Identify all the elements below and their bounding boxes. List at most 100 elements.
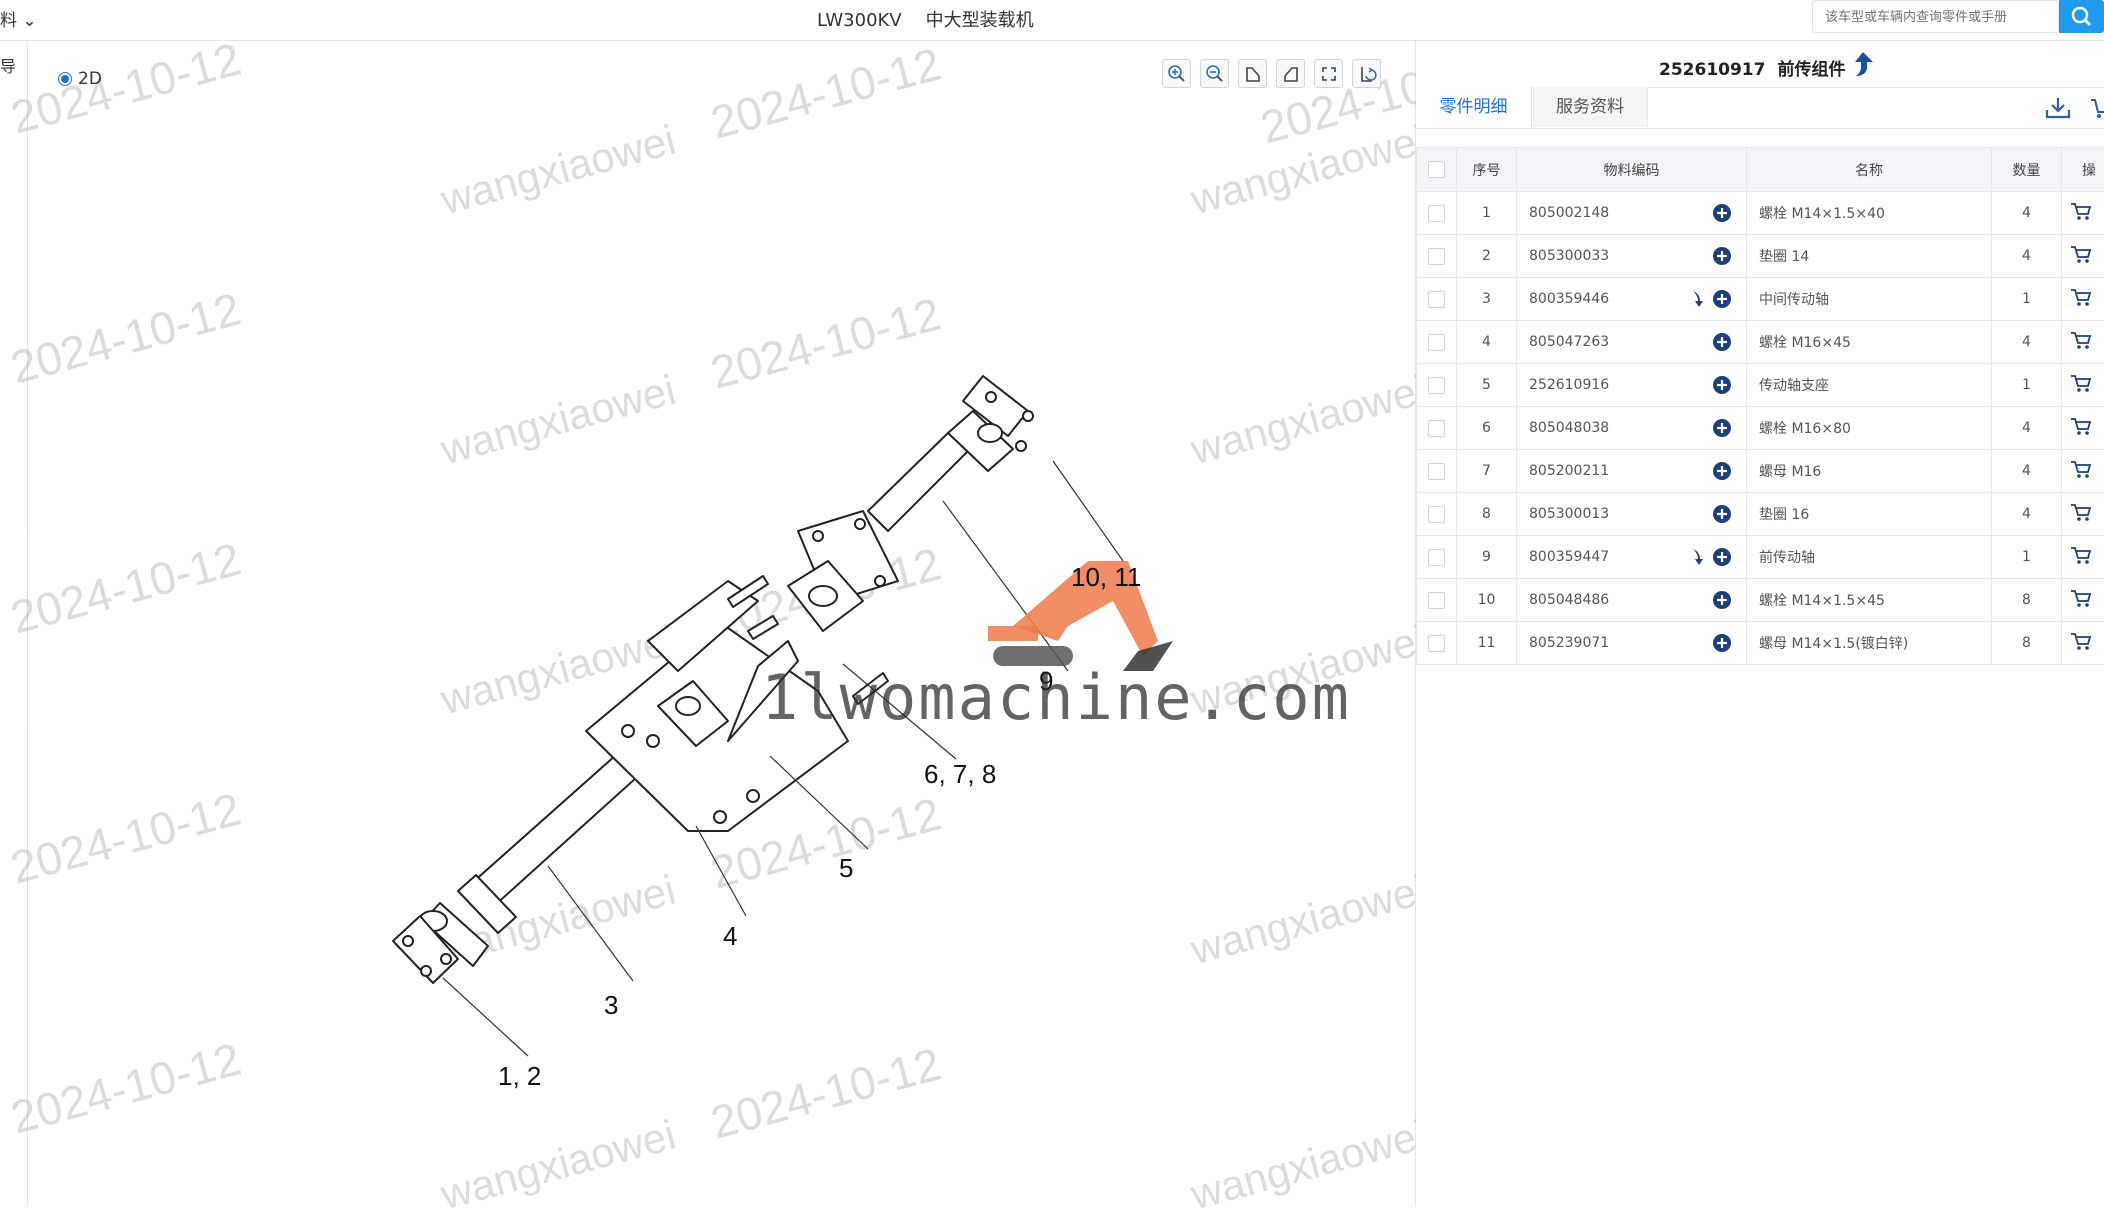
- zoom-in-button[interactable]: [1162, 59, 1191, 88]
- radio-2d[interactable]: [58, 72, 72, 86]
- expand-sub-icon[interactable]: [1690, 547, 1706, 567]
- table-row[interactable]: 11805239071螺母 M14×1.5(镀白锌)8: [1417, 622, 2104, 665]
- add-to-cart-icon[interactable]: [2070, 244, 2092, 264]
- row-seq: 3: [1457, 278, 1517, 321]
- add-icon[interactable]: [1712, 461, 1732, 481]
- add-to-cart-icon[interactable]: [2070, 416, 2092, 436]
- category-label: 中大型装载机: [926, 10, 1034, 31]
- row-code[interactable]: 805048038: [1529, 420, 1609, 436]
- row-code[interactable]: 800359446: [1529, 291, 1609, 307]
- add-icon[interactable]: [1712, 332, 1732, 352]
- add-to-cart-icon[interactable]: [2070, 459, 2092, 479]
- row-checkbox[interactable]: [1428, 291, 1445, 308]
- go-up-icon[interactable]: [1850, 50, 1876, 78]
- add-icon[interactable]: [1712, 418, 1732, 438]
- row-code[interactable]: 805200211: [1529, 463, 1609, 479]
- fit-screen-button[interactable]: [1314, 59, 1343, 88]
- table-header-row: 序号 物料编码 名称 数量 操: [1417, 148, 2104, 192]
- row-qty: 8: [1992, 579, 2062, 622]
- row-checkbox[interactable]: [1428, 506, 1445, 523]
- add-icon[interactable]: [1712, 504, 1732, 524]
- add-to-cart-icon[interactable]: [2070, 588, 2092, 608]
- diagram-viewer[interactable]: 2024-10-12 2024-10-12 2024-10-12 wangxia…: [28, 41, 1416, 1206]
- search-box: [1812, 0, 2059, 33]
- row-checkbox[interactable]: [1428, 377, 1445, 394]
- callout-label[interactable]: 4: [723, 921, 737, 951]
- expand-sub-icon[interactable]: [1690, 289, 1706, 309]
- row-name: 螺母 M14×1.5(镀白锌): [1747, 622, 1992, 665]
- add-icon[interactable]: [1712, 289, 1732, 309]
- row-code[interactable]: 805300013: [1529, 506, 1609, 522]
- row-checkbox[interactable]: [1428, 635, 1445, 652]
- callout-label[interactable]: 6, 7, 8: [924, 759, 996, 789]
- download-icon[interactable]: [2044, 95, 2072, 121]
- search-button[interactable]: [2059, 0, 2104, 33]
- view-mode-2d[interactable]: 2D: [58, 69, 102, 89]
- row-code[interactable]: 252610916: [1529, 377, 1609, 393]
- row-select-cell: [1417, 364, 1457, 407]
- add-icon[interactable]: [1712, 246, 1732, 266]
- reset-view-button[interactable]: [1352, 59, 1381, 88]
- table-row[interactable]: 3800359446中间传动轴1: [1417, 278, 2104, 321]
- add-icon[interactable]: [1712, 547, 1732, 567]
- row-checkbox[interactable]: [1428, 549, 1445, 566]
- cart-icon[interactable]: [2090, 95, 2104, 121]
- row-code[interactable]: 800359447: [1529, 549, 1609, 565]
- col-header-code[interactable]: 物料编码: [1517, 148, 1747, 192]
- row-checkbox[interactable]: [1428, 205, 1445, 222]
- add-to-cart-icon[interactable]: [2070, 330, 2092, 350]
- table-row[interactable]: 2805300033垫圈 144: [1417, 235, 2104, 278]
- callout-label[interactable]: 3: [604, 990, 618, 1020]
- category-dropdown[interactable]: 料 ⌄: [0, 6, 37, 31]
- row-code[interactable]: 805002148: [1529, 205, 1609, 221]
- table-row[interactable]: 6805048038螺栓 M16×804: [1417, 407, 2104, 450]
- table-row[interactable]: 10805048486螺栓 M14×1.5×458: [1417, 579, 2104, 622]
- tab-service-docs[interactable]: 服务资料: [1533, 87, 1648, 127]
- row-op-cell: [2062, 579, 2104, 622]
- table-row[interactable]: 5252610916传动轴支座1: [1417, 364, 2104, 407]
- table-row[interactable]: 7805200211螺母 M164: [1417, 450, 2104, 493]
- rotate-right-icon: [1281, 64, 1301, 84]
- rotate-left-button[interactable]: [1238, 59, 1267, 88]
- add-to-cart-icon[interactable]: [2070, 502, 2092, 522]
- search-input[interactable]: [1823, 1, 2057, 33]
- row-checkbox[interactable]: [1428, 420, 1445, 437]
- add-to-cart-icon[interactable]: [2070, 201, 2092, 221]
- row-checkbox[interactable]: [1428, 334, 1445, 351]
- tab-parts-detail[interactable]: 零件明细: [1416, 87, 1532, 127]
- row-code[interactable]: 805048486: [1529, 592, 1609, 608]
- guide-label[interactable]: 导: [0, 53, 16, 77]
- row-checkbox[interactable]: [1428, 463, 1445, 480]
- row-name: 中间传动轴: [1747, 278, 1992, 321]
- row-code[interactable]: 805239071: [1529, 635, 1609, 651]
- add-icon[interactable]: [1712, 590, 1732, 610]
- row-checkbox[interactable]: [1428, 592, 1445, 609]
- add-icon[interactable]: [1712, 633, 1732, 653]
- table-row[interactable]: 4805047263螺栓 M16×454: [1417, 321, 2104, 364]
- add-to-cart-icon[interactable]: [2070, 545, 2092, 565]
- rotate-right-button[interactable]: [1276, 59, 1305, 88]
- row-code[interactable]: 805300033: [1529, 248, 1609, 264]
- row-checkbox[interactable]: [1428, 248, 1445, 265]
- table-row[interactable]: 8805300013垫圈 164: [1417, 493, 2104, 536]
- col-header-qty[interactable]: 数量: [1992, 148, 2062, 192]
- add-to-cart-icon[interactable]: [2070, 287, 2092, 307]
- exploded-parts-drawing[interactable]: 10, 11 9 6, 7, 8 5 4 3 1, 2: [28, 41, 1415, 1206]
- col-header-seq[interactable]: 序号: [1457, 148, 1517, 192]
- callout-label[interactable]: 1, 2: [498, 1061, 541, 1091]
- add-icon[interactable]: [1712, 375, 1732, 395]
- col-header-name[interactable]: 名称: [1747, 148, 1992, 192]
- add-to-cart-icon[interactable]: [2070, 373, 2092, 393]
- callout-label[interactable]: 5: [839, 853, 853, 883]
- select-all-checkbox[interactable]: [1428, 161, 1445, 178]
- table-row[interactable]: 1805002148螺栓 M14×1.5×404: [1417, 192, 2104, 235]
- row-qty: 4: [1992, 235, 2062, 278]
- add-icon[interactable]: [1712, 203, 1732, 223]
- zoom-out-button[interactable]: [1200, 59, 1229, 88]
- row-select-cell: [1417, 321, 1457, 364]
- table-row[interactable]: 9800359447前传动轴1: [1417, 536, 2104, 579]
- add-to-cart-icon[interactable]: [2070, 631, 2092, 651]
- row-seq: 8: [1457, 493, 1517, 536]
- row-code[interactable]: 805047263: [1529, 334, 1609, 350]
- callout-label[interactable]: 10, 11: [1071, 562, 1141, 592]
